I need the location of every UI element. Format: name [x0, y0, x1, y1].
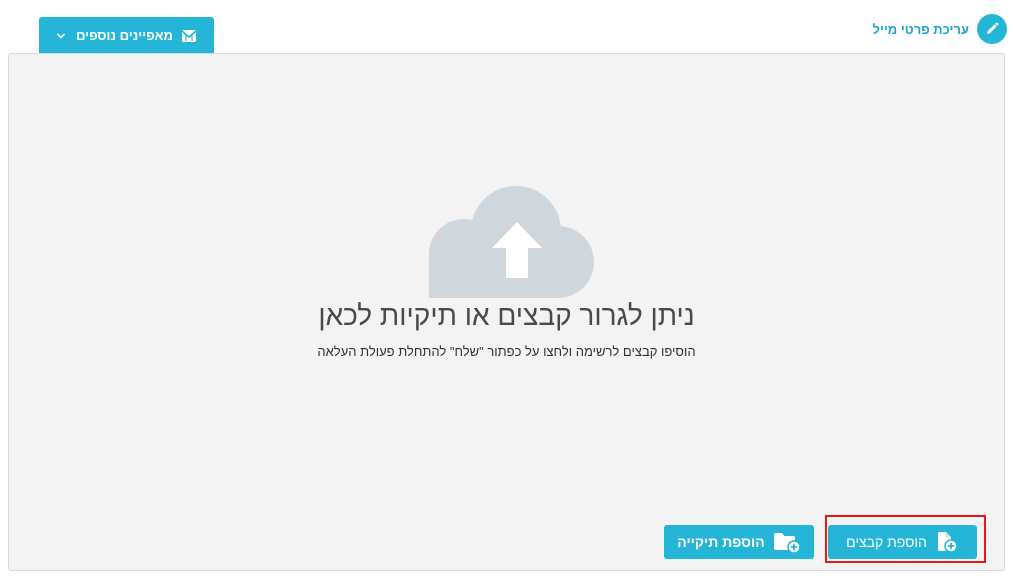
drop-zone-title: ניתן לגרור קבצים או תיקיות לכאן — [318, 300, 695, 331]
pencil-icon — [977, 14, 1007, 44]
cloud-upload-icon — [429, 186, 594, 298]
additional-properties-tab[interactable]: מאפיינים נוספים — [39, 17, 214, 54]
additional-properties-label: מאפיינים נוספים — [76, 28, 173, 43]
edit-mail-details-label: עריכת פרטי מייל — [872, 21, 969, 37]
drop-zone-subtitle: הוסיפו קבצים לרשימה ולחצו על כפתור "שלח"… — [317, 344, 696, 359]
mail-icon — [181, 28, 197, 44]
add-folder-button[interactable]: הוספת תיקייה — [664, 525, 814, 559]
folder-add-icon — [773, 531, 801, 553]
chevron-down-icon — [56, 31, 66, 41]
add-folder-label: הוספת תיקייה — [677, 534, 765, 550]
highlight-box — [825, 515, 986, 563]
edit-mail-details-link[interactable]: עריכת פרטי מייל — [873, 14, 1007, 44]
file-drop-zone[interactable]: ניתן לגרור קבצים או תיקיות לכאן הוסיפו ק… — [8, 53, 1005, 571]
